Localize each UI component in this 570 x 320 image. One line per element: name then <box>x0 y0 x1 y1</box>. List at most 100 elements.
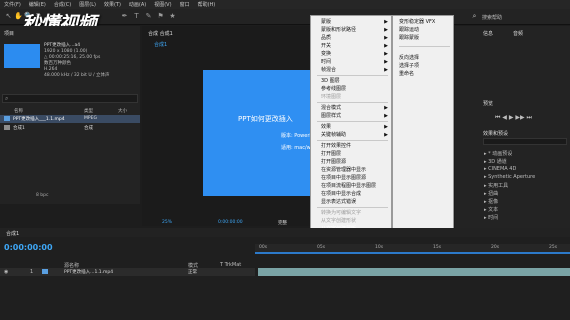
context-menu-item[interactable]: 在项目中显示合成 <box>311 190 391 198</box>
submenu-item[interactable]: 跟踪运动 <box>393 26 453 34</box>
context-menu-item[interactable]: 帧混合 ▶ <box>311 66 391 74</box>
menu-item[interactable]: 效果(T) <box>100 1 125 8</box>
context-menu-item[interactable]: 打开图层源 <box>311 158 391 166</box>
effects-category[interactable]: ▸ * 动画预设 <box>484 150 512 157</box>
search-icon[interactable]: ⌕ <box>470 12 479 21</box>
context-menu-item[interactable]: 参考线图层 <box>311 85 391 93</box>
context-menu-item[interactable]: 在资源管理器中显示 <box>311 166 391 174</box>
project-tab[interactable]: 项目 <box>4 30 14 37</box>
effects-category[interactable]: ▸ 实用工具 <box>484 182 508 189</box>
effects-category[interactable]: ▸ 3D 通道 <box>484 158 507 165</box>
menu-item-label: 时间 <box>321 59 332 65</box>
effects-category[interactable]: ▸ 文本 <box>484 206 498 213</box>
effects-category[interactable]: ▸ CINEMA 4D <box>484 166 516 172</box>
menu-separator <box>317 140 388 141</box>
list-item[interactable]: 合成1 合成 <box>0 124 140 132</box>
bpc-label[interactable]: 8 bpc <box>36 193 48 198</box>
menu-item-label: 效果 <box>321 124 332 130</box>
context-menu-item[interactable]: 3D 图层 <box>311 77 391 85</box>
context-menu-item[interactable]: 图层样式 ▶ <box>311 112 391 120</box>
context-menu-item[interactable]: 从文字创建形状 <box>311 217 391 225</box>
ruler-tick-label: 15s <box>433 245 442 250</box>
menu-item[interactable]: 编辑(E) <box>25 1 50 8</box>
context-menu-item[interactable]: 在项目中显示图层源 <box>311 174 391 182</box>
puppet-tool-icon[interactable]: ★ <box>168 12 177 21</box>
context-menu-item[interactable]: 在项目流程图中显示图层 <box>311 182 391 190</box>
effects-category[interactable]: ▸ 时间 <box>484 214 498 221</box>
context-menu-item[interactable]: 打开效果控件 <box>311 142 391 150</box>
comp-sub-tab[interactable]: 合成1 <box>154 41 167 48</box>
audio-tab[interactable]: 音频 <box>513 30 523 37</box>
menu-item-label: 开关 <box>321 43 332 49</box>
context-menu-item[interactable]: 蒙版和形状路径 ▶ <box>311 26 391 34</box>
table-row[interactable]: ◉ 1 PPT更改插入...1.1.mp4 正常 <box>0 268 255 276</box>
menu-item[interactable]: 帮助(H) <box>194 1 220 8</box>
menu-item[interactable]: 图层(L) <box>75 1 100 8</box>
effects-tab[interactable]: 效果和预设 <box>483 130 508 137</box>
brush-tool-icon[interactable]: ✎ <box>144 12 153 21</box>
layer-mode[interactable]: 正常 <box>188 269 197 275</box>
context-menu-item[interactable]: 转换为可编辑文字 <box>311 209 391 217</box>
col-name[interactable]: 名称 <box>14 108 23 114</box>
context-menu-item[interactable]: 开关 ▶ <box>311 42 391 50</box>
list-item-type: MPEG <box>84 116 97 121</box>
timeline-timecode[interactable]: 0:00:00:00 <box>4 243 53 252</box>
timeline-tab[interactable]: 合成1 <box>6 230 19 237</box>
stamp-tool-icon[interactable]: ⚑ <box>156 12 165 21</box>
eye-icon[interactable]: ◉ <box>4 269 8 275</box>
info-tab[interactable]: 信息 <box>483 30 493 37</box>
work-area-bar[interactable] <box>255 252 570 254</box>
quality-select[interactable]: 完整 <box>278 220 287 226</box>
menu-item[interactable]: 窗口 <box>176 1 194 8</box>
effects-search-input[interactable] <box>483 138 567 145</box>
menu-item-label: 3D 图层 <box>321 78 340 84</box>
layer-clip-bar[interactable] <box>258 268 570 276</box>
submenu-item[interactable]: 反向选择 <box>393 54 453 62</box>
comp-time[interactable]: 0:00:00:00 <box>218 220 243 225</box>
effects-category[interactable]: ▸ 抠像 <box>484 198 498 205</box>
project-search-input[interactable]: ⌕ <box>2 94 138 103</box>
zoom-level[interactable]: 25% <box>162 220 172 225</box>
project-info: PPT更改插入...a4 1920 x 1080 (1.00) △ 00:00:… <box>44 43 110 79</box>
context-menu-item[interactable]: 品质 ▶ <box>311 34 391 42</box>
menu-item-label: 在项目中显示合成 <box>321 191 362 197</box>
ruler-tick-label: 00s <box>259 245 268 250</box>
col-size[interactable]: 大小 <box>118 108 127 114</box>
submenu-item[interactable]: 选择子项 <box>393 62 453 70</box>
context-menu-item[interactable]: 关键帧辅助 ▶ <box>311 131 391 139</box>
submenu-item[interactable]: 变形稳定器 VFX <box>393 18 453 26</box>
menu-item[interactable]: 文件(F) <box>0 1 25 8</box>
submenu-item[interactable]: 重命名 <box>393 70 453 78</box>
menu-item[interactable]: 视图(V) <box>150 1 175 8</box>
list-item[interactable]: PPT更改插入___1.1.mp4 MPEG <box>0 115 140 123</box>
playback-controls[interactable]: ⏮ ◀ ▶ ▶▶ ⏭ <box>495 114 532 122</box>
menu-separator <box>317 75 388 76</box>
ruler-tick-label: 10s <box>375 245 384 250</box>
context-menu-item[interactable]: 效果 ▶ <box>311 123 391 131</box>
effects-category[interactable]: ▸ 扭曲 <box>484 190 498 197</box>
col-type[interactable]: 类型 <box>84 108 93 114</box>
text-tool-icon[interactable]: T <box>132 12 141 21</box>
context-menu-item[interactable]: 混合模式 ▶ <box>311 104 391 112</box>
preview-tab[interactable]: 预览 <box>483 100 493 107</box>
comp-tab[interactable]: 合成 合成1 <box>148 30 173 37</box>
list-item-label: PPT更改插入___1.1.mp4 <box>13 117 65 122</box>
submenu-item[interactable]: 跟踪蒙版 <box>393 34 453 42</box>
context-menu-item[interactable]: 显示表达式错误 <box>311 198 391 206</box>
context-menu-item[interactable]: 环境图层 <box>311 93 391 101</box>
pen-tool-icon[interactable]: ✒ <box>120 12 129 21</box>
context-menu-item[interactable]: 变换 ▶ <box>311 50 391 58</box>
context-menu-item[interactable]: 时间 ▶ <box>311 58 391 66</box>
menu-item-label: 蒙版和形状路径 <box>321 27 357 33</box>
menu-item[interactable]: 合成(C) <box>50 1 75 8</box>
effects-category[interactable]: ▸ Synthetic Aperture <box>484 174 535 180</box>
composition-viewer[interactable]: PPT如何更改插入 版本: PowerP 适用: mac/wi <box>203 70 313 196</box>
selection-tool-icon[interactable]: ↖ <box>4 12 13 21</box>
context-menu-item[interactable]: 蒙版 ▶ <box>311 18 391 26</box>
search-help-input[interactable]: 搜索帮助 <box>482 14 502 21</box>
menu-item-label: 转换为可编辑文字 <box>321 210 362 216</box>
context-menu-item[interactable]: 打开图层 <box>311 150 391 158</box>
comp-line1: 版本: PowerP <box>281 133 313 139</box>
menu-item-label: 图层样式 <box>321 113 342 119</box>
menu-item[interactable]: 动画(A) <box>125 1 150 8</box>
